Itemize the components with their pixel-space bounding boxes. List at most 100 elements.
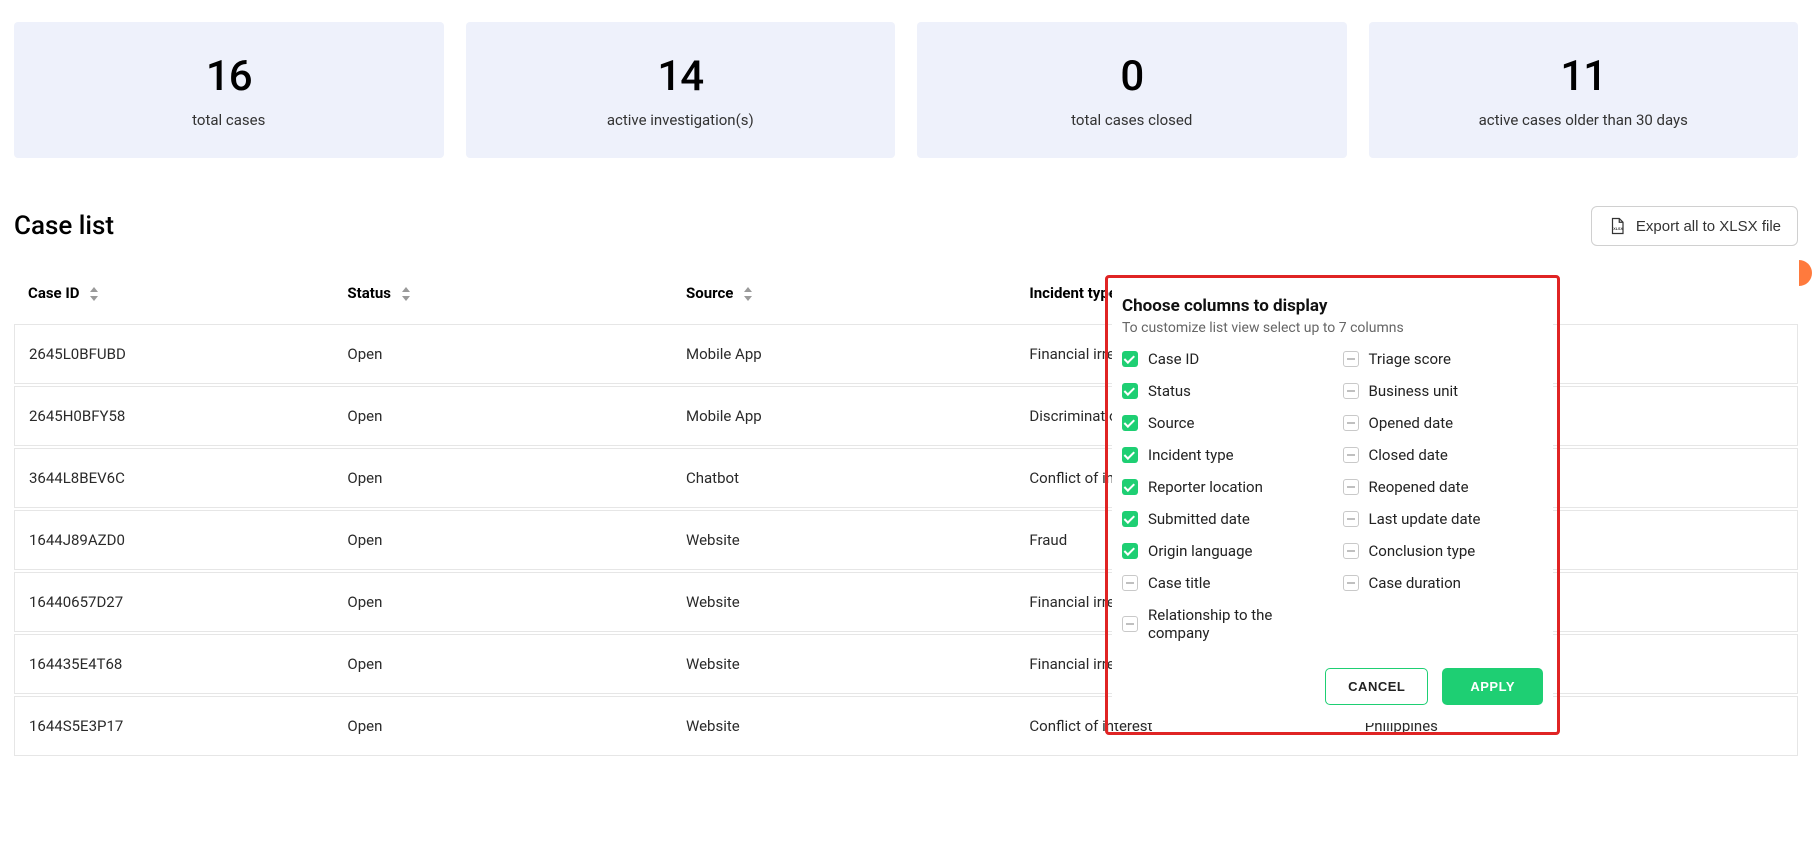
- export-xlsx-button[interactable]: XLSX Export all to XLSX file: [1591, 206, 1798, 246]
- checkbox-checked-icon[interactable]: [1122, 543, 1138, 559]
- column-option-label: Source: [1148, 414, 1194, 432]
- column-option-label: Closed date: [1369, 446, 1448, 464]
- checkbox-unchecked-icon[interactable]: [1343, 351, 1359, 367]
- cell-source: Website: [672, 696, 1015, 756]
- column-option[interactable]: Relationship to the company: [1122, 606, 1323, 642]
- cell-status: Open: [333, 386, 672, 446]
- column-option-label: Case duration: [1369, 574, 1461, 592]
- column-chooser-popover: Choose columns to display To customize l…: [1112, 282, 1553, 723]
- column-option[interactable]: Source: [1122, 414, 1323, 432]
- col-header-case-id[interactable]: Case ID: [14, 274, 333, 322]
- cell-source: Chatbot: [672, 448, 1015, 508]
- column-option-label: Case ID: [1148, 350, 1199, 368]
- cell-case_id: 1644S5E3P17: [14, 696, 333, 756]
- checkbox-unchecked-icon[interactable]: [1343, 447, 1359, 463]
- column-option[interactable]: Last update date: [1343, 510, 1544, 528]
- col-header-label: Case ID: [28, 284, 80, 302]
- col-header-label: Source: [686, 284, 733, 302]
- col-header-label: Incident type: [1029, 284, 1117, 302]
- column-option[interactable]: Opened date: [1343, 414, 1544, 432]
- column-option-label: Last update date: [1369, 510, 1481, 528]
- row-actions[interactable]: [1734, 324, 1798, 384]
- stat-label: total cases: [192, 111, 265, 129]
- column-option[interactable]: Origin language: [1122, 542, 1323, 560]
- row-actions[interactable]: [1734, 572, 1798, 632]
- row-actions[interactable]: [1734, 386, 1798, 446]
- checkbox-checked-icon[interactable]: [1122, 351, 1138, 367]
- cell-case_id: 2645L0BFUBD: [14, 324, 333, 384]
- svg-text:XLSX: XLSX: [1613, 227, 1623, 231]
- checkbox-unchecked-icon[interactable]: [1343, 415, 1359, 431]
- stat-label: active investigation(s): [607, 111, 754, 129]
- cell-status: Open: [333, 572, 672, 632]
- column-option-label: Opened date: [1369, 414, 1454, 432]
- sort-icon: [401, 287, 411, 301]
- column-option-label: Origin language: [1148, 542, 1252, 560]
- checkbox-unchecked-icon[interactable]: [1122, 575, 1138, 591]
- cell-source: Website: [672, 634, 1015, 694]
- apply-button[interactable]: APPLY: [1442, 668, 1543, 705]
- cancel-button[interactable]: CANCEL: [1325, 668, 1428, 705]
- column-option[interactable]: Case ID: [1122, 350, 1323, 368]
- checkbox-checked-icon[interactable]: [1122, 383, 1138, 399]
- checkbox-checked-icon[interactable]: [1122, 447, 1138, 463]
- column-option[interactable]: Triage score: [1343, 350, 1544, 368]
- cell-source: Website: [672, 572, 1015, 632]
- column-option-label: Status: [1148, 382, 1191, 400]
- row-actions[interactable]: [1734, 634, 1798, 694]
- column-option[interactable]: Reporter location: [1122, 478, 1323, 496]
- stat-card-older-30: 11 active cases older than 30 days: [1369, 22, 1799, 158]
- cell-source: Mobile App: [672, 324, 1015, 384]
- checkbox-checked-icon[interactable]: [1122, 415, 1138, 431]
- cell-case_id: 3644L8BEV6C: [14, 448, 333, 508]
- xlsx-file-icon: XLSX: [1608, 217, 1626, 235]
- row-actions[interactable]: [1734, 448, 1798, 508]
- checkbox-unchecked-icon[interactable]: [1343, 543, 1359, 559]
- sort-icon: [743, 287, 753, 301]
- stat-value: 11: [1560, 52, 1606, 101]
- stats-row: 16 total cases 14 active investigation(s…: [0, 0, 1812, 158]
- column-option[interactable]: Closed date: [1343, 446, 1544, 464]
- stat-label: active cases older than 30 days: [1479, 111, 1688, 129]
- cell-source: Website: [672, 510, 1015, 570]
- column-option[interactable]: Case duration: [1343, 574, 1544, 592]
- cell-case_id: 164435E4T68: [14, 634, 333, 694]
- stat-label: total cases closed: [1071, 111, 1192, 129]
- col-header-source[interactable]: Source: [672, 274, 1015, 322]
- list-header: Case list XLSX Export all to XLSX file: [0, 158, 1812, 246]
- col-header-extra: [1734, 274, 1798, 322]
- column-option[interactable]: Status: [1122, 382, 1323, 400]
- column-option-label: Relationship to the company: [1148, 606, 1323, 642]
- page-title: Case list: [14, 211, 114, 241]
- column-option-label: Case title: [1148, 574, 1210, 592]
- column-option-label: Reopened date: [1369, 478, 1469, 496]
- column-option-label: Submitted date: [1148, 510, 1250, 528]
- row-actions[interactable]: [1734, 510, 1798, 570]
- row-actions[interactable]: [1734, 696, 1798, 756]
- column-option[interactable]: Reopened date: [1343, 478, 1544, 496]
- column-option[interactable]: Conclusion type: [1343, 542, 1544, 560]
- cell-status: Open: [333, 634, 672, 694]
- column-option-label: Incident type: [1148, 446, 1234, 464]
- export-label: Export all to XLSX file: [1636, 218, 1781, 235]
- col-header-status[interactable]: Status: [333, 274, 672, 322]
- stat-card-total-cases: 16 total cases: [14, 22, 444, 158]
- cell-status: Open: [333, 510, 672, 570]
- column-option[interactable]: Incident type: [1122, 446, 1323, 464]
- popover-subtitle: To customize list view select up to 7 co…: [1122, 320, 1543, 336]
- popover-title: Choose columns to display: [1122, 296, 1543, 316]
- cell-case_id: 16440657D27: [14, 572, 333, 632]
- column-option[interactable]: Case title: [1122, 574, 1323, 592]
- checkbox-unchecked-icon[interactable]: [1122, 616, 1138, 632]
- column-option[interactable]: Submitted date: [1122, 510, 1323, 528]
- checkbox-unchecked-icon[interactable]: [1343, 479, 1359, 495]
- checkbox-unchecked-icon[interactable]: [1343, 383, 1359, 399]
- sort-icon: [89, 287, 99, 301]
- checkbox-unchecked-icon[interactable]: [1343, 575, 1359, 591]
- checkbox-checked-icon[interactable]: [1122, 479, 1138, 495]
- stat-card-active-investigations: 14 active investigation(s): [466, 22, 896, 158]
- column-option[interactable]: Business unit: [1343, 382, 1544, 400]
- checkbox-unchecked-icon[interactable]: [1343, 511, 1359, 527]
- checkbox-checked-icon[interactable]: [1122, 511, 1138, 527]
- cell-status: Open: [333, 448, 672, 508]
